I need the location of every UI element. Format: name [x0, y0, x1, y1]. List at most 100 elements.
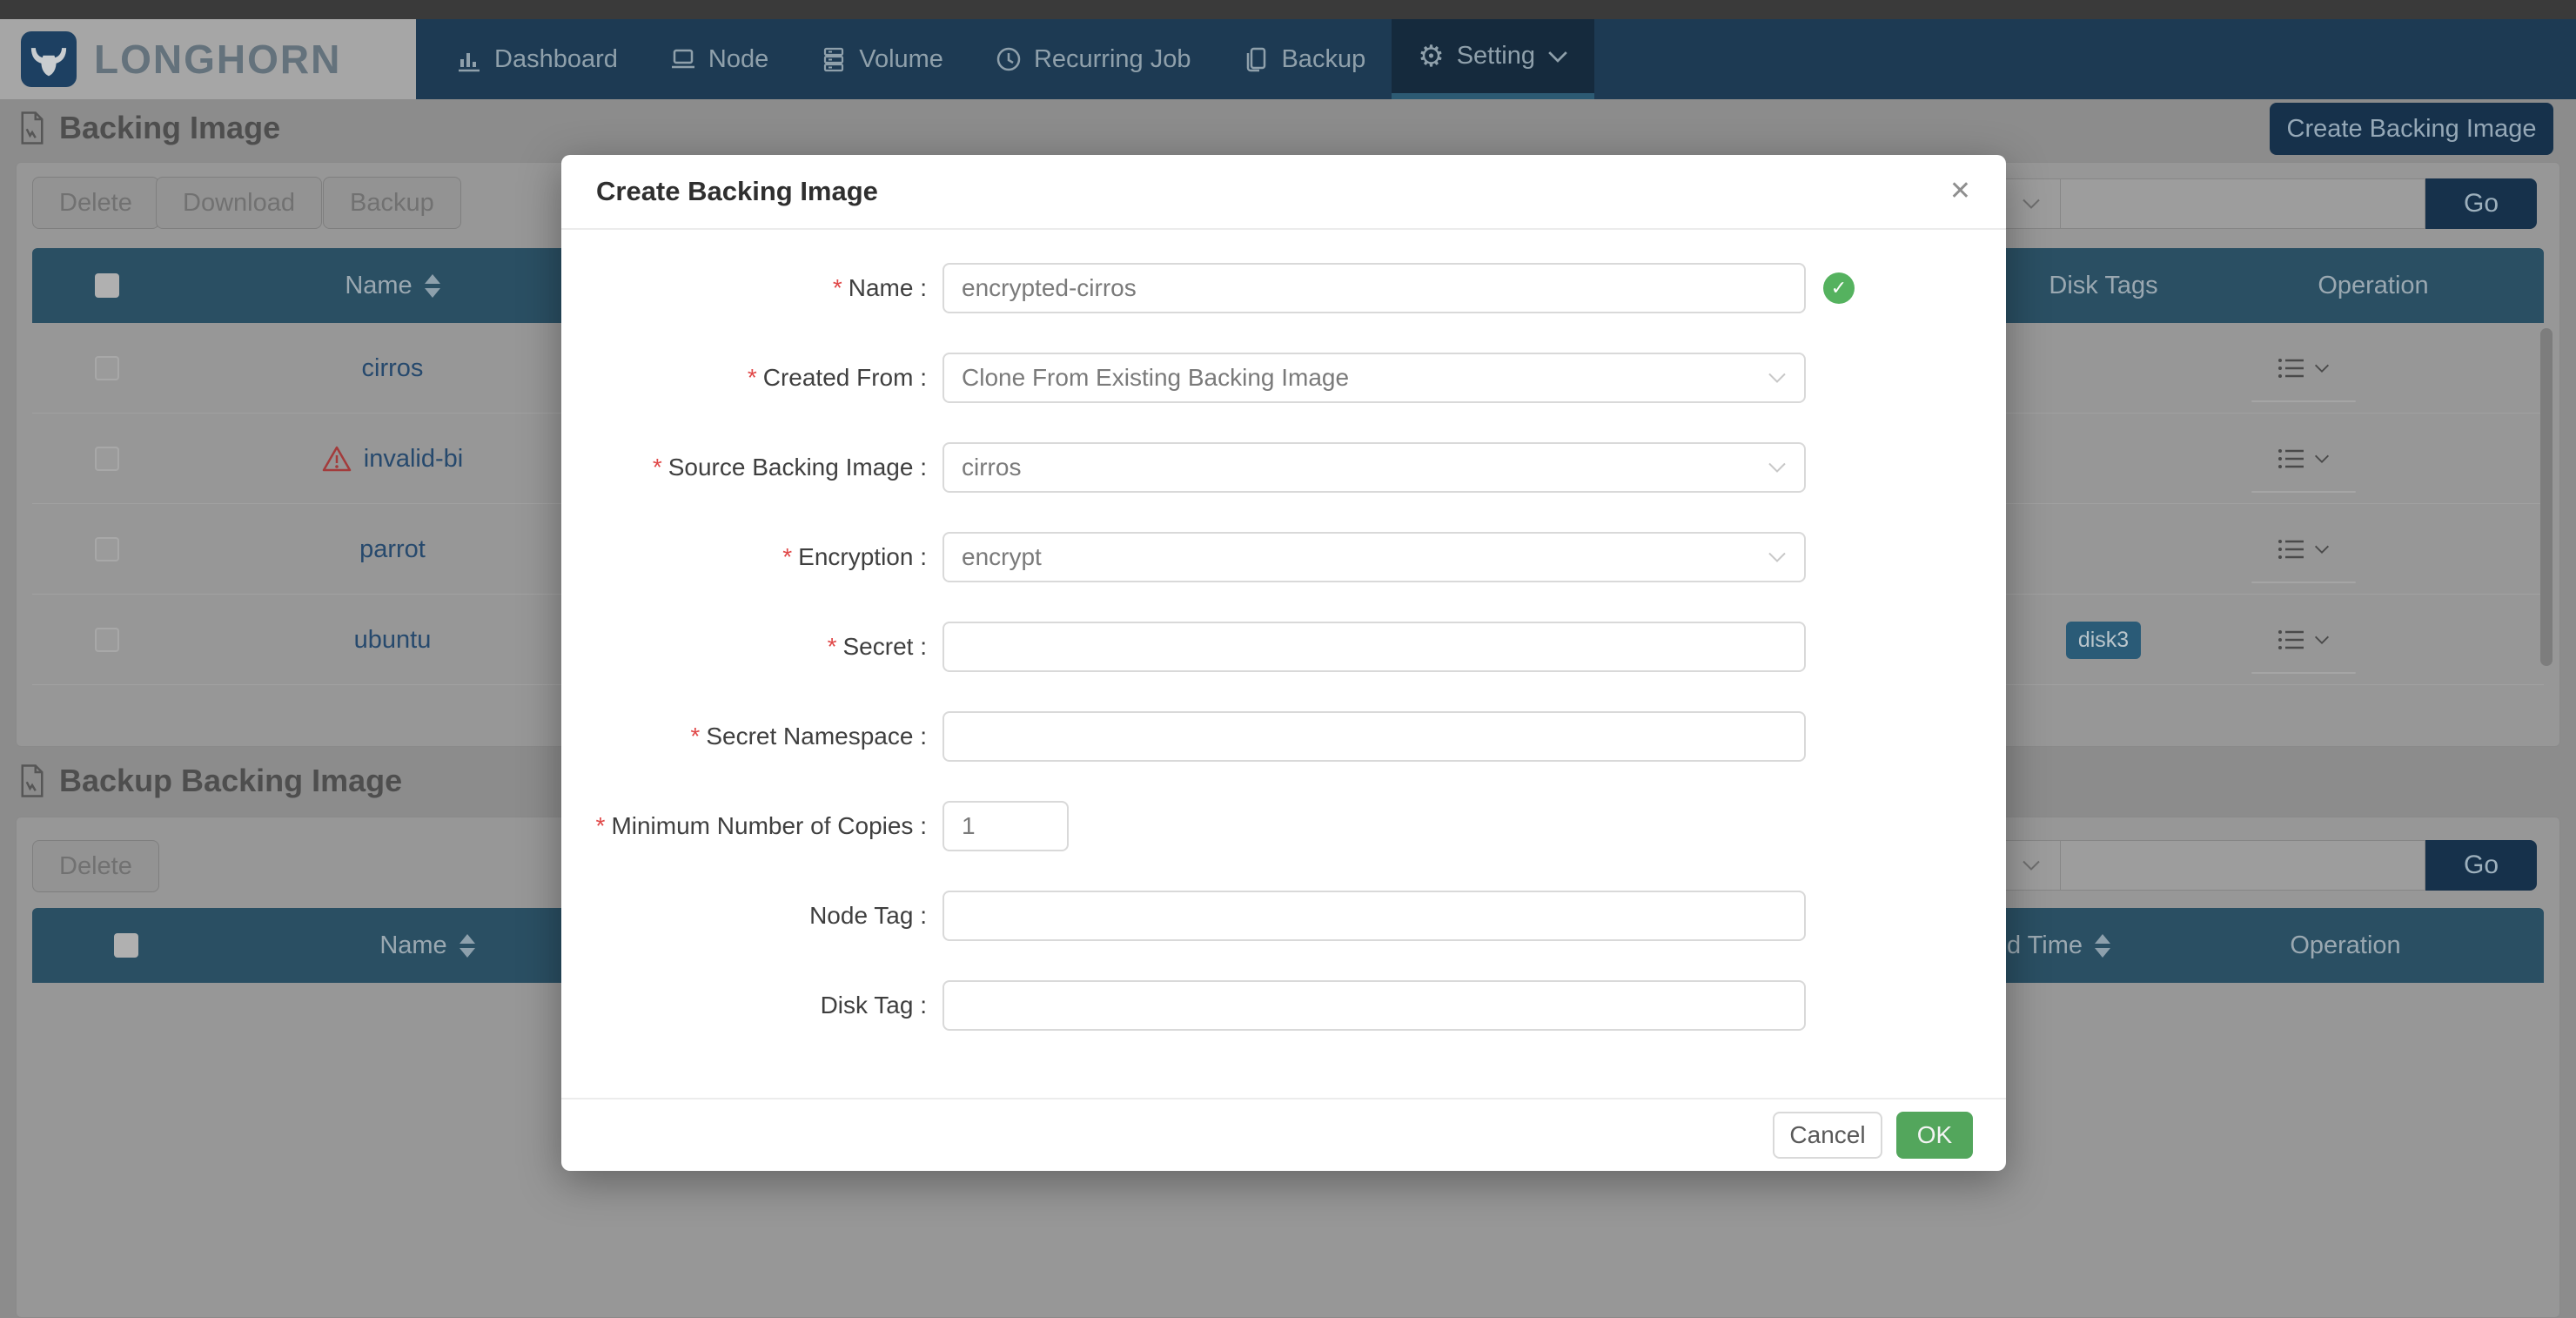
operation-menu-trigger[interactable]: [2277, 629, 2330, 651]
column-header-name[interactable]: Name: [314, 908, 540, 983]
chevron-down-icon: [1768, 372, 1787, 384]
disk-tag-badge: disk3: [2066, 622, 2141, 659]
filter-search-input[interactable]: [2060, 178, 2425, 229]
select-value: encrypt: [962, 543, 1042, 571]
create-backing-image-modal: Create Backing Image ✕ *Name : ✓ * Create…: [561, 155, 2006, 1171]
valid-check-icon: ✓: [1823, 272, 1855, 304]
backup-backing-image-section-title: Backup Backing Image: [19, 763, 402, 799]
backing-image-link[interactable]: invalid-bi: [364, 445, 463, 474]
brand-name: LONGHORN: [94, 36, 341, 83]
form-row-name: *Name : ✓: [561, 263, 2006, 313]
form-row-minimum-copies: *Minimum Number of Copies :: [561, 801, 2006, 851]
ok-button[interactable]: OK: [1896, 1112, 1973, 1159]
nav-label: Node: [708, 45, 768, 74]
name-input[interactable]: [962, 274, 1787, 302]
section-title-text: Backup Backing Image: [59, 763, 402, 799]
create-backing-image-button[interactable]: Create Backing Image: [2270, 103, 2553, 155]
field-label: Disk Tag: [821, 992, 914, 1019]
row-checkbox[interactable]: [95, 628, 119, 652]
column-header-operation: Operation: [2286, 248, 2460, 323]
storage-stack-icon: [821, 46, 847, 72]
form-row-source-backing-image: *Source Backing Image : cirros: [561, 442, 2006, 493]
select-all-checkbox[interactable]: [95, 273, 119, 298]
nav-item-recurring-job[interactable]: Recurring Job: [969, 19, 1218, 99]
field-label: Secret: [843, 633, 914, 660]
chevron-down-icon: [2314, 544, 2330, 555]
nav-item-dashboard[interactable]: Dashboard: [430, 19, 644, 99]
operation-menu-trigger[interactable]: [2277, 357, 2330, 380]
nav-label: Backup: [1281, 45, 1365, 74]
nav-item-backup[interactable]: Backup: [1217, 19, 1392, 99]
table-scrollbar[interactable]: [2540, 328, 2553, 666]
longhorn-bull-icon: [21, 31, 77, 87]
row-checkbox[interactable]: [95, 447, 119, 471]
field-label: Encryption: [798, 543, 913, 570]
node-tag-input[interactable]: [962, 902, 1787, 930]
list-menu-icon: [2277, 447, 2305, 470]
section-title-text: Backing Image: [59, 110, 280, 146]
delete-button[interactable]: Delete: [32, 840, 159, 892]
longhorn-app: LONGHORN Dashboard Node: [0, 0, 2576, 1318]
column-header-name[interactable]: Name: [279, 248, 506, 323]
modal-header: Create Backing Image ✕: [561, 155, 2006, 230]
bar-chart-icon: [456, 46, 482, 72]
backing-image-link[interactable]: parrot: [359, 535, 426, 564]
backing-image-link[interactable]: cirros: [362, 354, 424, 383]
chevron-down-icon: [1768, 461, 1787, 474]
backing-image-section-title: Backing Image: [19, 110, 280, 146]
form-row-disk-tag: Disk Tag :: [561, 980, 2006, 1031]
field-label: Created From: [763, 364, 914, 391]
download-button[interactable]: Download: [156, 177, 322, 229]
backup-copy-icon: [1243, 46, 1269, 72]
backup-button[interactable]: Backup: [323, 177, 461, 229]
modal-footer: Cancel OK: [561, 1098, 2006, 1171]
source-backing-image-select[interactable]: cirros: [943, 442, 1806, 493]
nav-label: Volume: [859, 45, 943, 74]
close-icon[interactable]: ✕: [1949, 178, 1971, 205]
operation-underline: [2251, 491, 2356, 493]
field-label: Minimum Number of Copies: [611, 812, 913, 839]
list-menu-icon: [2277, 357, 2305, 380]
operation-underline: [2251, 582, 2356, 583]
disk-tag-input[interactable]: [962, 992, 1787, 1019]
sort-icon[interactable]: [2095, 934, 2110, 958]
field-label: Secret Namespace: [706, 723, 913, 750]
main-nav: Dashboard Node Volume: [430, 19, 1594, 99]
chevron-down-icon: [2314, 635, 2330, 645]
operation-menu-trigger[interactable]: [2277, 447, 2330, 470]
brand-logo-link[interactable]: LONGHORN: [0, 19, 416, 99]
form-row-secret: *Secret :: [561, 622, 2006, 672]
file-icon: [19, 764, 45, 797]
go-button[interactable]: Go: [2425, 178, 2537, 229]
secret-namespace-input[interactable]: [962, 723, 1787, 750]
chevron-down-icon: [2314, 454, 2330, 464]
backing-image-link[interactable]: ubuntu: [354, 626, 432, 655]
operation-menu-trigger[interactable]: [2277, 538, 2330, 561]
encryption-select[interactable]: encrypt: [943, 532, 1806, 582]
nav-item-volume[interactable]: Volume: [795, 19, 969, 99]
form-row-encryption: *Encryption : encrypt: [561, 532, 2006, 582]
nav-item-setting[interactable]: ⚙ Setting: [1392, 19, 1594, 99]
sort-icon[interactable]: [425, 274, 440, 298]
sort-icon[interactable]: [460, 934, 475, 958]
filter-search-input[interactable]: [2060, 840, 2425, 891]
created-from-select[interactable]: Clone From Existing Backing Image: [943, 353, 1806, 403]
laptop-icon: [670, 46, 696, 72]
operation-underline: [2251, 672, 2356, 674]
cancel-button[interactable]: Cancel: [1773, 1112, 1882, 1159]
nav-label: Dashboard: [494, 45, 618, 74]
chevron-down-icon: [1768, 551, 1787, 563]
operation-underline: [2251, 400, 2356, 402]
row-checkbox[interactable]: [95, 537, 119, 561]
minimum-copies-input[interactable]: [962, 812, 1050, 840]
go-button[interactable]: Go: [2425, 840, 2537, 891]
required-marker: *: [833, 274, 842, 301]
delete-button[interactable]: Delete: [32, 177, 159, 229]
select-all-checkbox[interactable]: [114, 933, 138, 958]
modal-title: Create Backing Image: [596, 176, 878, 207]
form-row-secret-namespace: *Secret Namespace :: [561, 711, 2006, 762]
row-checkbox[interactable]: [95, 356, 119, 380]
secret-input[interactable]: [962, 633, 1787, 661]
field-label: Node Tag: [809, 902, 913, 929]
nav-item-node[interactable]: Node: [644, 19, 795, 99]
